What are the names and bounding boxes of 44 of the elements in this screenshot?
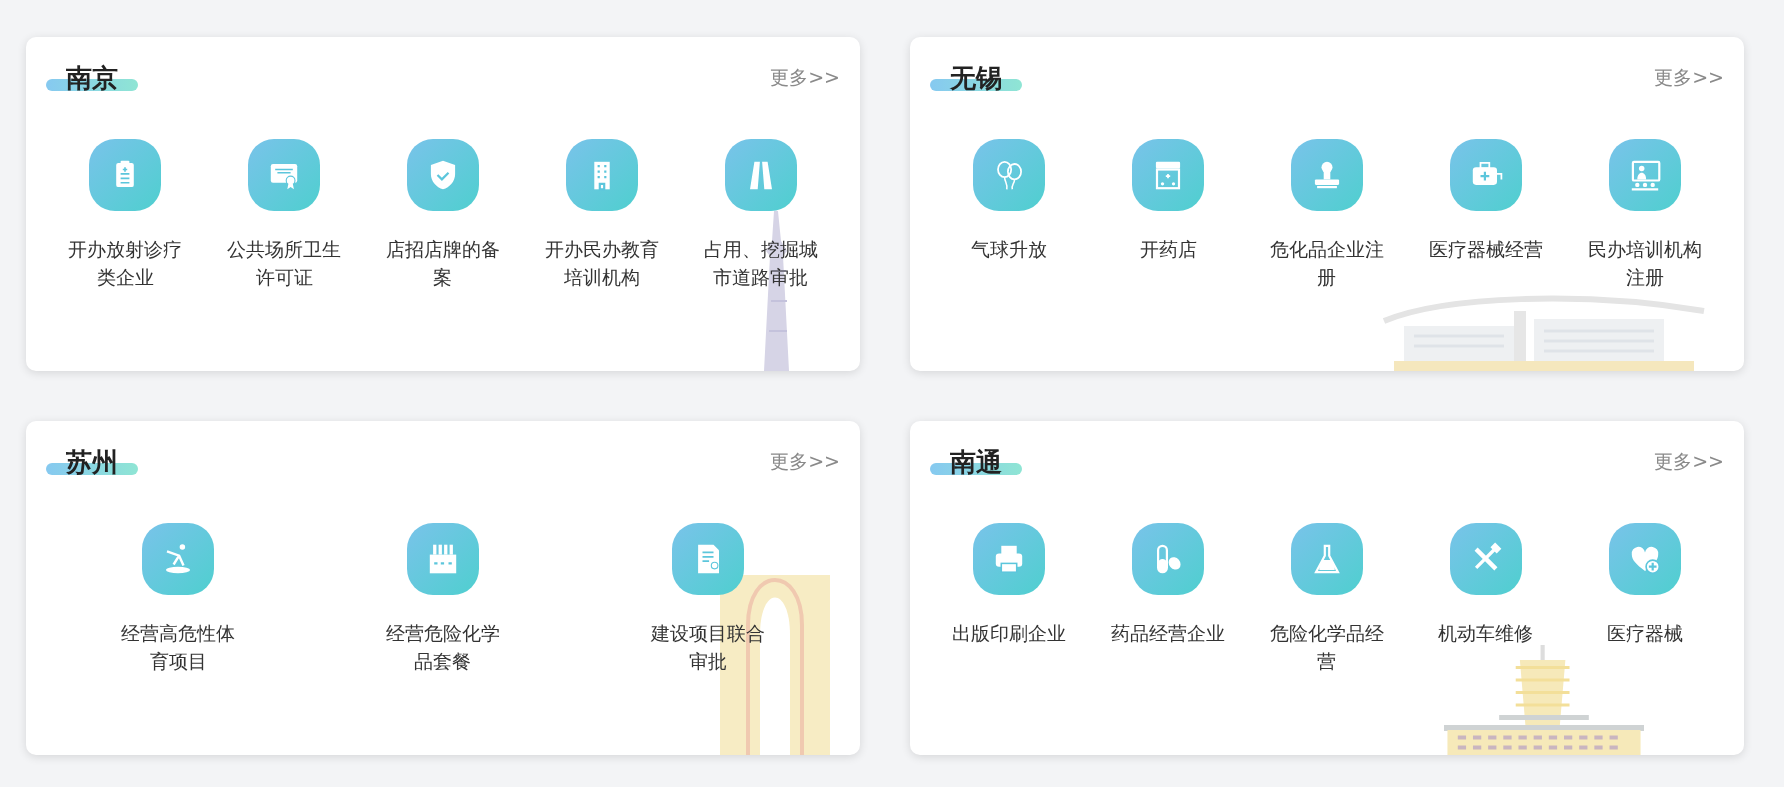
service-label[interactable]: 开办民办教育培训机构 (541, 235, 662, 291)
certificate-icon[interactable] (248, 139, 321, 211)
tools-icon[interactable] (1449, 523, 1522, 595)
service-label[interactable]: 占用、挖掘城市道路审批 (700, 235, 821, 291)
service-label[interactable]: 经营危险化学品套餐 (383, 619, 503, 675)
service-label[interactable]: 店招店牌的备案 (383, 235, 503, 291)
stamp-icon[interactable] (1291, 139, 1363, 211)
teacher-board-icon[interactable] (1608, 139, 1681, 211)
service-label[interactable]: 医疗器械经营 (1425, 235, 1546, 263)
service-label[interactable]: 出版印刷企业 (949, 619, 1070, 647)
shield-icon[interactable] (407, 139, 479, 211)
document-icon[interactable] (671, 523, 744, 595)
heart-plus-icon[interactable] (1608, 523, 1681, 595)
service-label[interactable]: 经营高危性体育项目 (118, 619, 239, 675)
service-label[interactable]: 机动车维修 (1425, 619, 1546, 647)
more-link[interactable]: 更多>> (770, 65, 840, 91)
service-label[interactable]: 民办培训机构注册 (1584, 235, 1705, 291)
printer-icon[interactable] (973, 523, 1046, 595)
service-label[interactable]: 气球升放 (949, 235, 1070, 263)
service-label[interactable]: 危险化学品经营 (1267, 619, 1387, 675)
service-label[interactable]: 开办放射诊疗类企业 (65, 235, 186, 291)
service-label[interactable]: 药品经营企业 (1108, 619, 1229, 647)
building-icon[interactable] (565, 139, 638, 211)
service-label[interactable]: 建设项目联合审批 (647, 619, 768, 675)
factory-icon[interactable] (407, 523, 479, 595)
city-title: 南京 (46, 61, 138, 95)
road-icon[interactable] (724, 139, 797, 211)
city-title: 南通 (930, 445, 1022, 479)
service-label[interactable]: 开药店 (1108, 235, 1229, 263)
flask-icon[interactable] (1291, 523, 1363, 595)
clipboard-icon[interactable] (89, 139, 162, 211)
more-link[interactable]: 更多>> (1654, 449, 1724, 475)
city-title: 苏州 (46, 445, 138, 479)
pills-icon[interactable] (1132, 523, 1205, 595)
service-label[interactable]: 危化品企业注册 (1267, 235, 1387, 291)
shop-icon[interactable] (1132, 139, 1205, 211)
service-label[interactable]: 公共场所卫生许可证 (224, 235, 345, 291)
figure-skater-icon[interactable] (142, 523, 215, 595)
more-link[interactable]: 更多>> (770, 449, 840, 475)
more-link[interactable]: 更多>> (1654, 65, 1724, 91)
service-label[interactable]: 医疗器械 (1584, 619, 1705, 647)
city-title: 无锡 (930, 61, 1022, 95)
medical-kit-icon[interactable] (1449, 139, 1522, 211)
balloons-icon[interactable] (973, 139, 1046, 211)
